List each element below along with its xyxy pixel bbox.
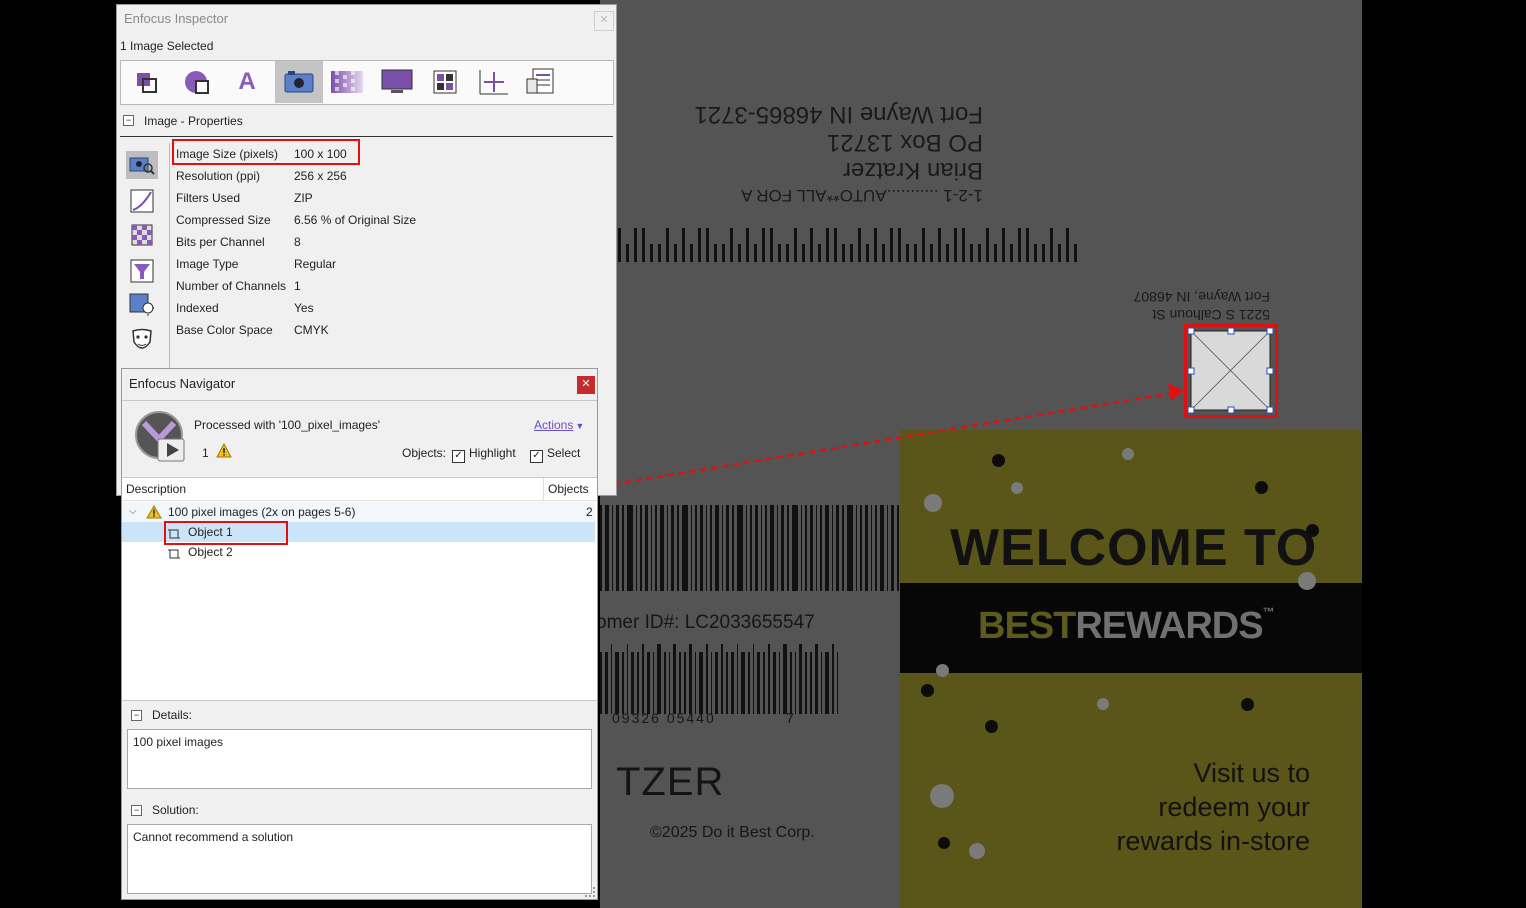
mask-face-icon[interactable] bbox=[126, 327, 158, 355]
tree-group-count: 2 bbox=[586, 505, 593, 519]
prop-color-space: Base Color Space CMYK bbox=[176, 319, 329, 341]
object-frame-icon bbox=[168, 546, 180, 566]
solution-text: Cannot recommend a solution bbox=[133, 830, 294, 844]
selection-status: 1 Image Selected bbox=[120, 39, 214, 53]
prop-resolution: Resolution (ppi) 256 x 256 bbox=[176, 165, 347, 187]
check-icon: ✓ bbox=[530, 450, 543, 463]
prop-value: 256 x 256 bbox=[294, 169, 347, 183]
collapse-icon[interactable]: − bbox=[123, 115, 134, 126]
prop-label: Bits per Channel bbox=[176, 235, 265, 249]
details-textbox[interactable]: 100 pixel images bbox=[127, 729, 592, 789]
prop-filters: Filters Used ZIP bbox=[176, 187, 313, 209]
title-divider bbox=[122, 400, 597, 401]
prop-label: Number of Channels bbox=[176, 279, 287, 293]
tree-group-row[interactable]: ⌵ 100 pixel images (2x on pages 5-6) 2 bbox=[122, 502, 595, 522]
display-icon[interactable] bbox=[377, 65, 417, 99]
col-objects[interactable]: Objects bbox=[548, 482, 589, 496]
solution-textbox[interactable]: Cannot recommend a solution bbox=[127, 824, 592, 894]
prop-value: CMYK bbox=[294, 323, 329, 337]
prop-channels: Number of Channels 1 bbox=[176, 275, 301, 297]
select-checkbox[interactable]: ✓ Select bbox=[530, 446, 580, 463]
preflight-logo-icon bbox=[134, 409, 188, 463]
resize-grip[interactable] bbox=[585, 887, 595, 897]
checker-icon[interactable] bbox=[126, 221, 158, 249]
object-1-highlight bbox=[164, 521, 288, 545]
prop-value: ZIP bbox=[294, 191, 313, 205]
shape-icon[interactable] bbox=[177, 65, 217, 99]
prop-image-type: Image Type Regular bbox=[176, 253, 336, 275]
warning-icon bbox=[216, 442, 232, 461]
prop-bits-per-channel: Bits per Channel 8 bbox=[176, 231, 301, 253]
navigator-title: Enfocus Navigator bbox=[129, 376, 236, 391]
select-label: Select bbox=[547, 446, 581, 460]
section-divider bbox=[120, 136, 613, 137]
document-info-icon[interactable] bbox=[521, 65, 561, 99]
actions-label: Actions bbox=[534, 418, 574, 432]
prop-value: 8 bbox=[294, 235, 301, 249]
image-properties-icon[interactable] bbox=[126, 151, 158, 179]
prop-label: Filters Used bbox=[176, 191, 241, 205]
details-text: 100 pixel images bbox=[133, 735, 224, 749]
col-description[interactable]: Description bbox=[126, 482, 186, 496]
navigator-panel: Enfocus Navigator ✕ Processed with '100_… bbox=[121, 368, 598, 900]
curves-icon[interactable] bbox=[126, 187, 158, 215]
object-icon[interactable] bbox=[127, 65, 167, 99]
prop-value: Regular bbox=[294, 257, 337, 271]
actions-menu-link[interactable]: Actions ▼ bbox=[534, 418, 584, 432]
highlight-checkbox[interactable]: ✓ Highlight bbox=[452, 446, 516, 463]
image-icon[interactable] bbox=[275, 61, 323, 103]
check-icon: ✓ bbox=[452, 450, 465, 463]
section-title: Image - Properties bbox=[144, 114, 243, 128]
inspector-title: Enfocus Inspector bbox=[124, 11, 229, 26]
prop-label: Image Type bbox=[176, 257, 239, 271]
highlight-label: Highlight bbox=[469, 446, 516, 460]
prop-value: 6.56 % of Original Size bbox=[294, 213, 417, 227]
text-icon[interactable]: A bbox=[227, 65, 267, 99]
image-size-highlight bbox=[172, 139, 360, 165]
tree-item-object-2[interactable]: Object 2 bbox=[122, 542, 595, 562]
col-divider bbox=[543, 478, 544, 500]
inspector-toolbar: A bbox=[120, 60, 614, 105]
details-label: Details: bbox=[152, 708, 193, 722]
chevron-down-icon[interactable]: ⌵ bbox=[129, 502, 137, 522]
transparency-icon[interactable] bbox=[327, 65, 367, 99]
tree-group-label: 100 pixel images (2x on pages 5-6) bbox=[168, 505, 356, 519]
warning-count: 1 bbox=[202, 446, 209, 460]
prop-label: Compressed Size bbox=[176, 213, 271, 227]
results-tree: Description Objects ⌵ 100 pixel images (… bbox=[122, 477, 597, 701]
solution-collapse-icon[interactable]: − bbox=[131, 805, 142, 816]
chevron-down-icon: ▼ bbox=[575, 421, 585, 431]
prop-value: Yes bbox=[294, 301, 314, 315]
filter-icon[interactable] bbox=[126, 257, 158, 285]
color-adjust-icon[interactable] bbox=[126, 291, 158, 319]
navigator-close-button[interactable]: ✕ bbox=[577, 376, 595, 394]
layout-icon[interactable] bbox=[425, 65, 465, 99]
processed-with-text: Processed with '100_pixel_images' bbox=[194, 418, 381, 432]
prop-compressed-size: Compressed Size 6.56 % of Original Size bbox=[176, 209, 416, 231]
prop-label: Resolution (ppi) bbox=[176, 169, 261, 183]
prop-label: Indexed bbox=[176, 301, 219, 315]
prop-indexed: Indexed Yes bbox=[176, 297, 314, 319]
tree-header: Description Objects bbox=[122, 478, 597, 501]
tree-item-label: Object 2 bbox=[188, 545, 233, 559]
objects-label: Objects: bbox=[402, 446, 447, 460]
position-icon[interactable] bbox=[473, 65, 513, 99]
solution-label: Solution: bbox=[152, 803, 199, 817]
prop-value: 1 bbox=[294, 279, 301, 293]
prop-label: Base Color Space bbox=[176, 323, 273, 337]
details-collapse-icon[interactable]: − bbox=[131, 710, 142, 721]
inspector-close-button[interactable]: ✕ bbox=[594, 11, 614, 31]
